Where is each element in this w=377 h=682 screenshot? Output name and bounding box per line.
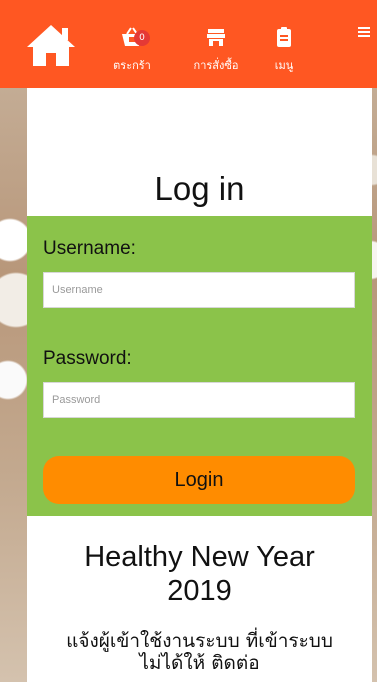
username-input[interactable] bbox=[43, 272, 355, 308]
cart-count-badge: 0 bbox=[134, 30, 150, 46]
password-input[interactable] bbox=[43, 382, 355, 418]
login-button[interactable]: Login bbox=[43, 456, 355, 504]
nav-item-label: เมนู bbox=[274, 59, 294, 72]
nav-item-label: ตระกร้า bbox=[113, 59, 151, 72]
announcement-notice: แจ้งผู้เข้าใช้งานระบบ ที่เข้าระบบ ไม่ได้… bbox=[27, 630, 372, 674]
nav-item-cart[interactable]: 0 ตระกร้า bbox=[106, 26, 158, 74]
content-panel: Log in Username: Password: Login Healthy… bbox=[27, 88, 372, 682]
nav-item-label: การสั่งซื้อ bbox=[193, 59, 239, 72]
clipboard-icon bbox=[277, 27, 291, 47]
home-icon[interactable] bbox=[24, 22, 78, 68]
notice-line-1: แจ้งผู้เข้าใช้งานระบบ ที่เข้าระบบ bbox=[66, 630, 333, 652]
nav-item-menu[interactable]: เมนู bbox=[264, 26, 304, 74]
password-label: Password: bbox=[43, 348, 132, 369]
username-label: Username: bbox=[43, 238, 136, 259]
announcement-headline: Healthy New Year 2019 bbox=[27, 540, 372, 608]
headline-line-1: Healthy New Year bbox=[84, 541, 315, 573]
hamburger-icon[interactable] bbox=[358, 26, 370, 38]
page-title: Log in bbox=[154, 170, 245, 207]
nav-item-orders[interactable]: การสั่งซื้อ bbox=[184, 26, 248, 74]
store-icon bbox=[207, 29, 225, 46]
top-navbar: 0 ตระกร้า การสั่งซื้อ เมนู bbox=[0, 0, 377, 88]
headline-line-2: 2019 bbox=[167, 575, 232, 607]
notice-line-2: ไม่ได้ให้ ติดต่อ bbox=[139, 652, 260, 674]
login-form: Username: Password: Login bbox=[27, 216, 372, 516]
